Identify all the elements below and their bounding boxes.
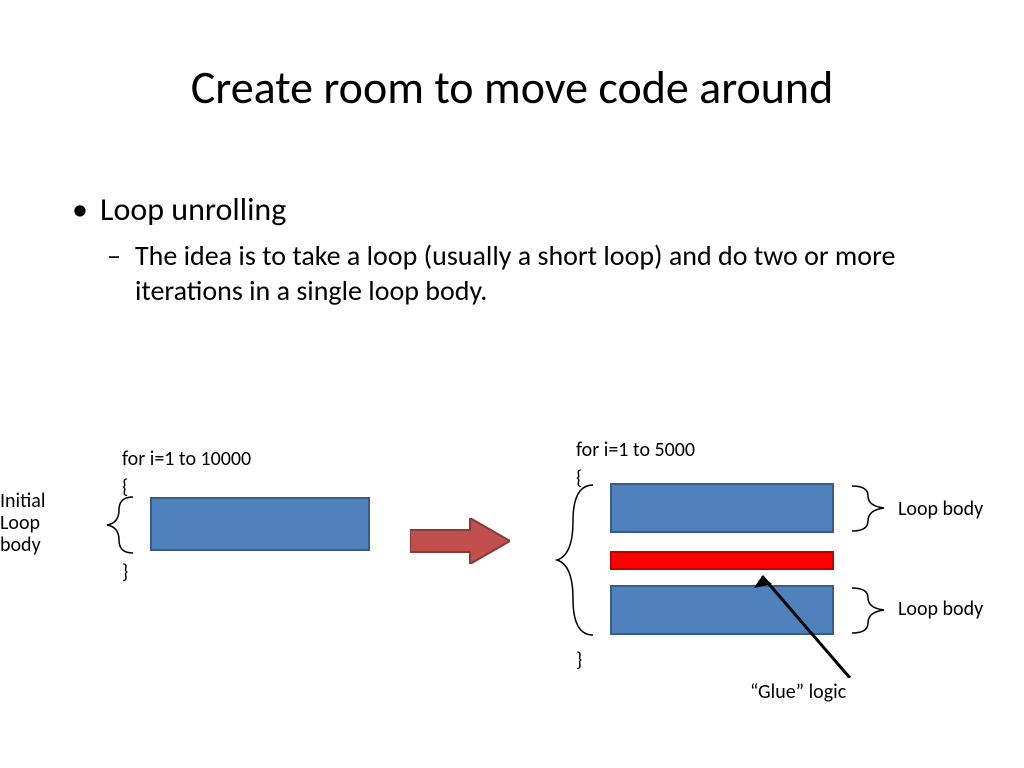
right-loop-body-box-1	[610, 483, 834, 533]
initial-loop-body-label: Initial Loop body	[0, 490, 60, 556]
right-for-statement: for i=1 to 5000	[576, 438, 695, 462]
left-for-statement: for i=1 to 10000	[122, 447, 251, 471]
loop-body-label-bot: Loop body	[898, 597, 983, 621]
loop-body-label-top: Loop body	[898, 497, 983, 521]
brace-right-top-icon	[850, 484, 886, 533]
right-close-brace: }	[576, 648, 582, 672]
slide-title: Create room to move code around	[0, 60, 1024, 116]
bullet-level2: The idea is to take a loop (usually a sh…	[135, 238, 905, 308]
glue-pointer-arrow-icon	[750, 568, 870, 678]
transform-arrow-icon	[410, 518, 510, 564]
left-loop-body-box	[150, 497, 370, 551]
brace-big-left-icon	[555, 483, 595, 637]
left-open-brace: {	[122, 475, 128, 499]
left-close-brace: }	[122, 560, 128, 584]
glue-logic-label: “Glue” logic	[750, 680, 846, 704]
bullet-level1: Loop unrolling	[100, 190, 286, 229]
brace-left-icon	[105, 495, 135, 555]
